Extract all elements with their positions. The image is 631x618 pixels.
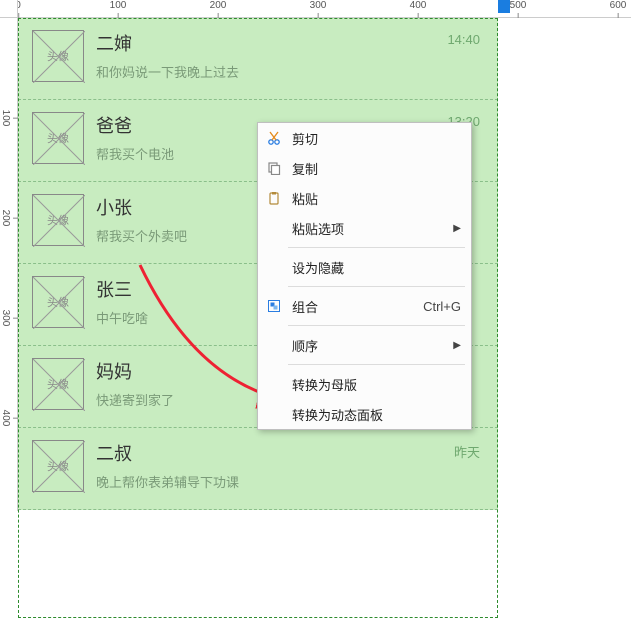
avatar-placeholder[interactable]: 头像 — [32, 276, 84, 328]
menu-separator — [288, 364, 465, 365]
ruler-tick: 200 — [0, 210, 11, 227]
ruler-tick: 100 — [110, 0, 127, 11]
menu-order[interactable]: 顺序 ▶ — [258, 330, 471, 360]
menu-label: 组合 — [292, 297, 318, 316]
avatar-placeholder[interactable]: 头像 — [32, 194, 84, 246]
ruler-tick: 400 — [0, 410, 11, 427]
menu-label: 转换为母版 — [292, 375, 357, 394]
chat-time: 昨天 — [454, 442, 480, 461]
copy-icon — [266, 160, 282, 176]
ruler-vertical: 100 200 300 400 — [0, 18, 18, 511]
avatar-placeholder[interactable]: 头像 — [32, 30, 84, 82]
menu-label: 转换为动态面板 — [292, 405, 383, 424]
menu-cut[interactable]: 剪切 — [258, 123, 471, 153]
menu-label: 粘贴 — [292, 189, 318, 208]
menu-label: 剪切 — [292, 129, 318, 148]
menu-paste[interactable]: 粘贴 — [258, 183, 471, 213]
menu-convert-dynamic-panel[interactable]: 转换为动态面板 — [258, 399, 471, 429]
chat-item[interactable]: 头像 二婶 和你妈说一下我晚上过去 14:40 — [18, 18, 498, 100]
ruler-horizontal: 0 100 200 300 400 500 600 — [18, 0, 631, 18]
paste-icon — [266, 190, 282, 206]
chevron-right-icon: ▶ — [453, 223, 461, 234]
menu-label: 粘贴选项 — [292, 219, 344, 238]
chat-message: 和你妈说一下我晚上过去 — [96, 62, 484, 81]
chevron-right-icon: ▶ — [453, 340, 461, 351]
ruler-tick: 300 — [310, 0, 327, 11]
menu-label: 顺序 — [292, 336, 318, 355]
ruler-corner — [0, 0, 18, 18]
chat-name: 二婶 — [96, 30, 484, 56]
chat-message: 晚上帮你表弟辅导下功课 — [96, 472, 484, 491]
menu-set-hidden[interactable]: 设为隐藏 — [258, 252, 471, 282]
avatar-placeholder[interactable]: 头像 — [32, 440, 84, 492]
chat-time: 14:40 — [447, 32, 480, 47]
avatar-placeholder[interactable]: 头像 — [32, 112, 84, 164]
avatar-placeholder[interactable]: 头像 — [32, 358, 84, 410]
ruler-tick: 400 — [410, 0, 427, 11]
menu-paste-options[interactable]: 粘贴选项 ▶ — [258, 213, 471, 243]
menu-separator — [288, 325, 465, 326]
chat-item[interactable]: 头像 二叔 晚上帮你表弟辅导下功课 昨天 — [18, 428, 498, 510]
menu-shortcut: Ctrl+G — [423, 299, 461, 314]
group-icon — [266, 298, 282, 314]
menu-group[interactable]: 组合 Ctrl+G — [258, 291, 471, 321]
menu-label: 复制 — [292, 159, 318, 178]
ruler-tick: 200 — [210, 0, 227, 11]
context-menu: 剪切 复制 粘贴 粘贴选项 ▶ 设为隐藏 组合 Ctrl+G 顺序 ▶ 转换为母… — [257, 122, 472, 430]
cut-icon — [266, 130, 282, 146]
ruler-tick: 100 — [0, 110, 11, 127]
menu-separator — [288, 286, 465, 287]
menu-convert-master[interactable]: 转换为母版 — [258, 369, 471, 399]
ruler-tick: 600 — [610, 0, 627, 11]
menu-label: 设为隐藏 — [292, 258, 344, 277]
ruler-tick: 500 — [510, 0, 527, 11]
menu-separator — [288, 247, 465, 248]
ruler-tick: 300 — [0, 310, 11, 327]
menu-copy[interactable]: 复制 — [258, 153, 471, 183]
selection-marker[interactable] — [498, 0, 510, 13]
chat-name: 二叔 — [96, 440, 484, 466]
